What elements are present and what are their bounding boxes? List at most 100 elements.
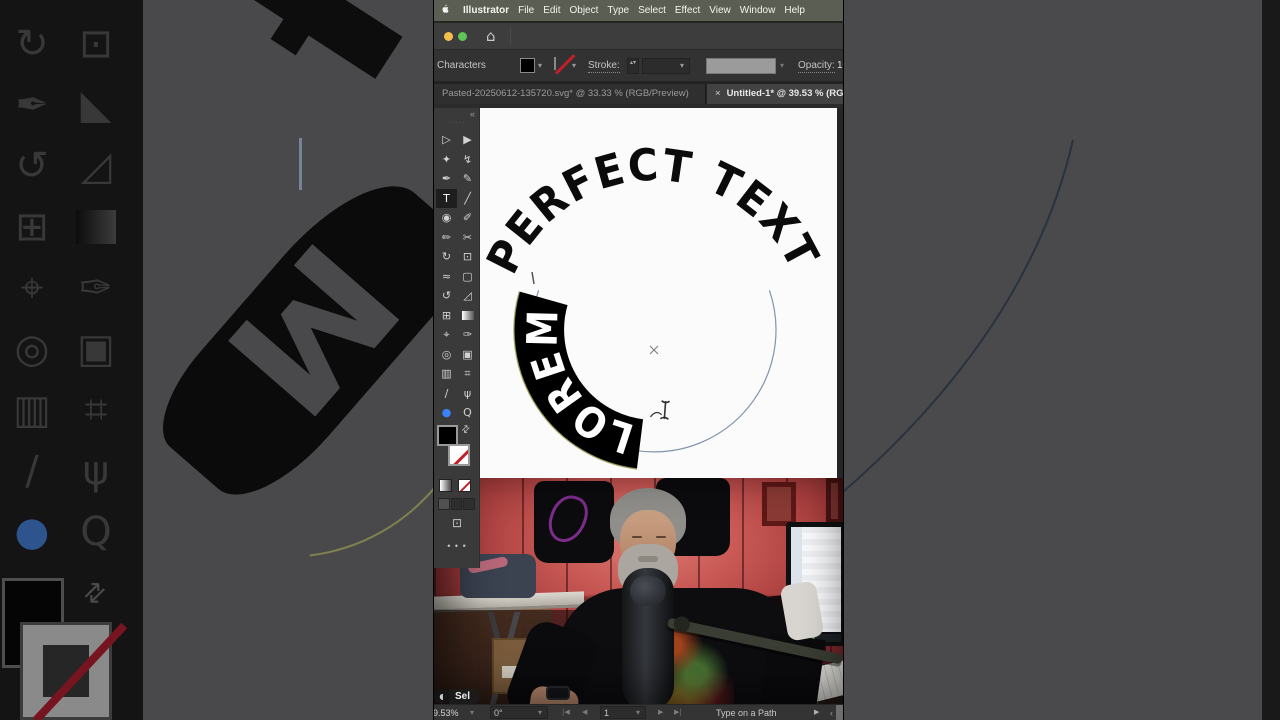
symbol-sprayer-tool[interactable]: ▣ bbox=[457, 345, 478, 365]
background-artboard-icon: ⌗ bbox=[84, 387, 108, 433]
background-column-graph-icon: ▥ bbox=[13, 387, 51, 433]
chevron-down-icon[interactable]: ▾ bbox=[636, 708, 640, 717]
menu-item-effect[interactable]: Effect bbox=[675, 5, 700, 16]
minimize-window-button[interactable] bbox=[444, 32, 453, 41]
gradient-button[interactable] bbox=[439, 479, 452, 492]
menu-item-file[interactable]: File bbox=[518, 5, 534, 16]
menu-item-window[interactable]: Window bbox=[740, 5, 776, 16]
drawing-mode-buttons[interactable] bbox=[438, 498, 476, 510]
collapse-status-icon[interactable]: ‹ bbox=[830, 708, 833, 718]
previous-artboard-button[interactable]: ◀ bbox=[582, 708, 587, 716]
background-gradient-icon bbox=[68, 199, 124, 255]
menu-items: File Edit Object Type Select Effect View Window… bbox=[518, 5, 814, 16]
line-segment-tool[interactable]: ╱ bbox=[457, 189, 478, 209]
paintbrush-tool[interactable]: ✐ bbox=[457, 208, 478, 228]
type-tool[interactable]: T bbox=[436, 188, 457, 208]
menu-item-help[interactable]: Help bbox=[784, 5, 805, 16]
chevron-down-icon[interactable]: ▾ bbox=[572, 61, 576, 70]
zoom-tool[interactable]: Q bbox=[457, 403, 478, 423]
shaper-tool[interactable]: ⌖ bbox=[436, 325, 457, 345]
free-transform-tool[interactable]: ▢ bbox=[457, 267, 478, 287]
home-icon[interactable]: ⌂ bbox=[486, 27, 496, 45]
chevron-down-icon[interactable]: ▾ bbox=[680, 61, 684, 70]
menu-item-edit[interactable]: Edit bbox=[543, 5, 560, 16]
zoom-window-button[interactable] bbox=[458, 32, 467, 41]
edit-toolbar-button[interactable]: ● bbox=[436, 403, 457, 423]
scissors-tool[interactable]: ✂ bbox=[457, 228, 478, 248]
artboard-canvas[interactable]: PERFECT TEXT LOREM bbox=[477, 108, 843, 478]
column-graph-tool[interactable]: ▥ bbox=[436, 364, 457, 384]
screen-mode-icon[interactable]: ⊡ bbox=[434, 516, 480, 530]
stroke-weight-stepper[interactable]: ▴▾ bbox=[627, 58, 639, 74]
rotate-tool[interactable]: ↻ bbox=[436, 247, 457, 267]
status-bar: 39.53% ▾ 0° ▾ |◀ ◀ 1 ▾ ▶ ▶| Type on a Pa… bbox=[434, 704, 843, 720]
chevron-down-icon[interactable]: ▾ bbox=[470, 708, 474, 717]
perspective-grid-tool[interactable]: ◿ bbox=[457, 286, 478, 306]
pen-tool[interactable]: ✒ bbox=[436, 169, 457, 189]
background-scale-icon: ⊡ bbox=[79, 21, 113, 67]
chevron-down-icon[interactable]: ▾ bbox=[538, 61, 542, 70]
hint-icon: ◖ bbox=[434, 689, 449, 704]
mesh-tool[interactable]: ⊞ bbox=[436, 306, 457, 326]
opacity-value[interactable]: 100 bbox=[837, 60, 843, 71]
menu-item-illustrator[interactable]: Illustrator bbox=[463, 5, 509, 16]
play-icon[interactable]: ▶ bbox=[814, 708, 819, 716]
gradient-tool[interactable] bbox=[457, 306, 478, 326]
stroke-none-swatch[interactable] bbox=[448, 444, 470, 466]
menu-item-view[interactable]: View bbox=[709, 5, 731, 16]
width-tool[interactable]: ≈ bbox=[436, 267, 457, 287]
panel-grip-dots[interactable]: ····· bbox=[434, 118, 480, 127]
none-button[interactable] bbox=[458, 479, 471, 492]
tab-title: Untitled-1* @ 39.53 % (RGB/Prev bbox=[726, 88, 843, 99]
curvature-tool[interactable]: ✎ bbox=[457, 169, 478, 189]
swap-fill-stroke-icon[interactable]: ⇄ bbox=[459, 423, 473, 437]
fill-swatch[interactable] bbox=[437, 425, 458, 446]
curved-headline-text[interactable]: PERFECT TEXT bbox=[477, 140, 829, 282]
ellipse-tool[interactable]: ◉ bbox=[436, 208, 457, 228]
magic-wand-tool[interactable]: ✦ bbox=[436, 150, 457, 170]
chevron-down-icon[interactable]: ▾ bbox=[538, 708, 542, 717]
more-tools-icon[interactable]: • • • bbox=[434, 541, 480, 551]
fill-color-swatch[interactable] bbox=[520, 58, 535, 73]
next-artboard-button[interactable]: ▶ bbox=[658, 708, 663, 716]
tab-untitled-document[interactable]: × Untitled-1* @ 39.53 % (RGB/Prev bbox=[707, 84, 843, 104]
tab-pasted-document[interactable]: Pasted-20250612-135720.svg* @ 33.33 % (R… bbox=[434, 84, 706, 104]
hint-label: Sel bbox=[449, 689, 481, 704]
screen-recording-strip: Illustrator File Edit Object Type Select Effe… bbox=[434, 0, 843, 720]
opacity-label[interactable]: Opacity: bbox=[798, 60, 835, 73]
close-tab-icon[interactable]: × bbox=[715, 88, 721, 99]
menu-item-type[interactable]: Type bbox=[607, 5, 629, 16]
first-artboard-button[interactable]: |◀ bbox=[562, 708, 570, 716]
document-tab-bar: Pasted-20250612-135720.svg* @ 33.33 % (R… bbox=[434, 82, 843, 108]
chevron-down-icon[interactable]: ▾ bbox=[780, 61, 784, 70]
shape-builder-tool[interactable]: ◎ bbox=[436, 345, 457, 365]
slice-tool[interactable]: ∕ bbox=[436, 384, 457, 404]
lasso-tool[interactable]: ↯ bbox=[457, 150, 478, 170]
hand-tool[interactable]: ψ bbox=[457, 384, 478, 404]
scale-tool[interactable]: ⊡ bbox=[457, 247, 478, 267]
screenshot-root: ↻ ⊡ ✒ ◣ ↺ ◿ ⊞ ⌖ ✑ ◎ ▣ ▥ ⌗ ∕ ψ ● Q ⇄ M Illustrator File Ed… bbox=[0, 0, 1280, 720]
status-text: Type on a Path bbox=[716, 708, 777, 718]
webcam-overlay bbox=[434, 478, 843, 720]
direct-selection-tool[interactable]: ▶ bbox=[457, 130, 478, 150]
pencil-tool[interactable]: ✏ bbox=[436, 228, 457, 248]
stroke-label[interactable]: Stroke: bbox=[588, 60, 620, 73]
artboard-tool[interactable]: ⌗ bbox=[457, 364, 478, 384]
background-slice-icon: ∕ bbox=[25, 448, 39, 494]
rotate-view-tool[interactable]: ↺ bbox=[436, 286, 457, 306]
characters-label: Characters bbox=[437, 60, 486, 71]
menu-item-select[interactable]: Select bbox=[638, 5, 666, 16]
background-zoom-icon: Q bbox=[80, 509, 112, 555]
stroke-color-swatch[interactable] bbox=[554, 54, 576, 75]
zoom-level-value[interactable]: 39.53% bbox=[434, 708, 459, 718]
path-center-mark bbox=[649, 345, 659, 355]
status-bar-corner bbox=[836, 705, 843, 720]
width-profile-select[interactable] bbox=[706, 58, 776, 74]
selection-tool[interactable]: ▷ bbox=[436, 130, 457, 150]
tool-grid: ▷ ▶ ✦ ↯ ✒ ✎ T ╱ ◉ ✐ ✏ ✂ ↻ ⊡ ≈ ▢ ↺ ◿ ⊞ ⌖ ✑ ◎ ▣ ▥ ⌗ ∕ ψ ● Q bbox=[436, 130, 478, 423]
apple-logo-icon[interactable] bbox=[442, 4, 453, 17]
background-mesh-icon: ⊞ bbox=[15, 204, 49, 250]
last-artboard-button[interactable]: ▶| bbox=[674, 708, 682, 716]
menu-item-object[interactable]: Object bbox=[569, 5, 598, 16]
eyedropper-tool[interactable]: ✑ bbox=[457, 325, 478, 345]
